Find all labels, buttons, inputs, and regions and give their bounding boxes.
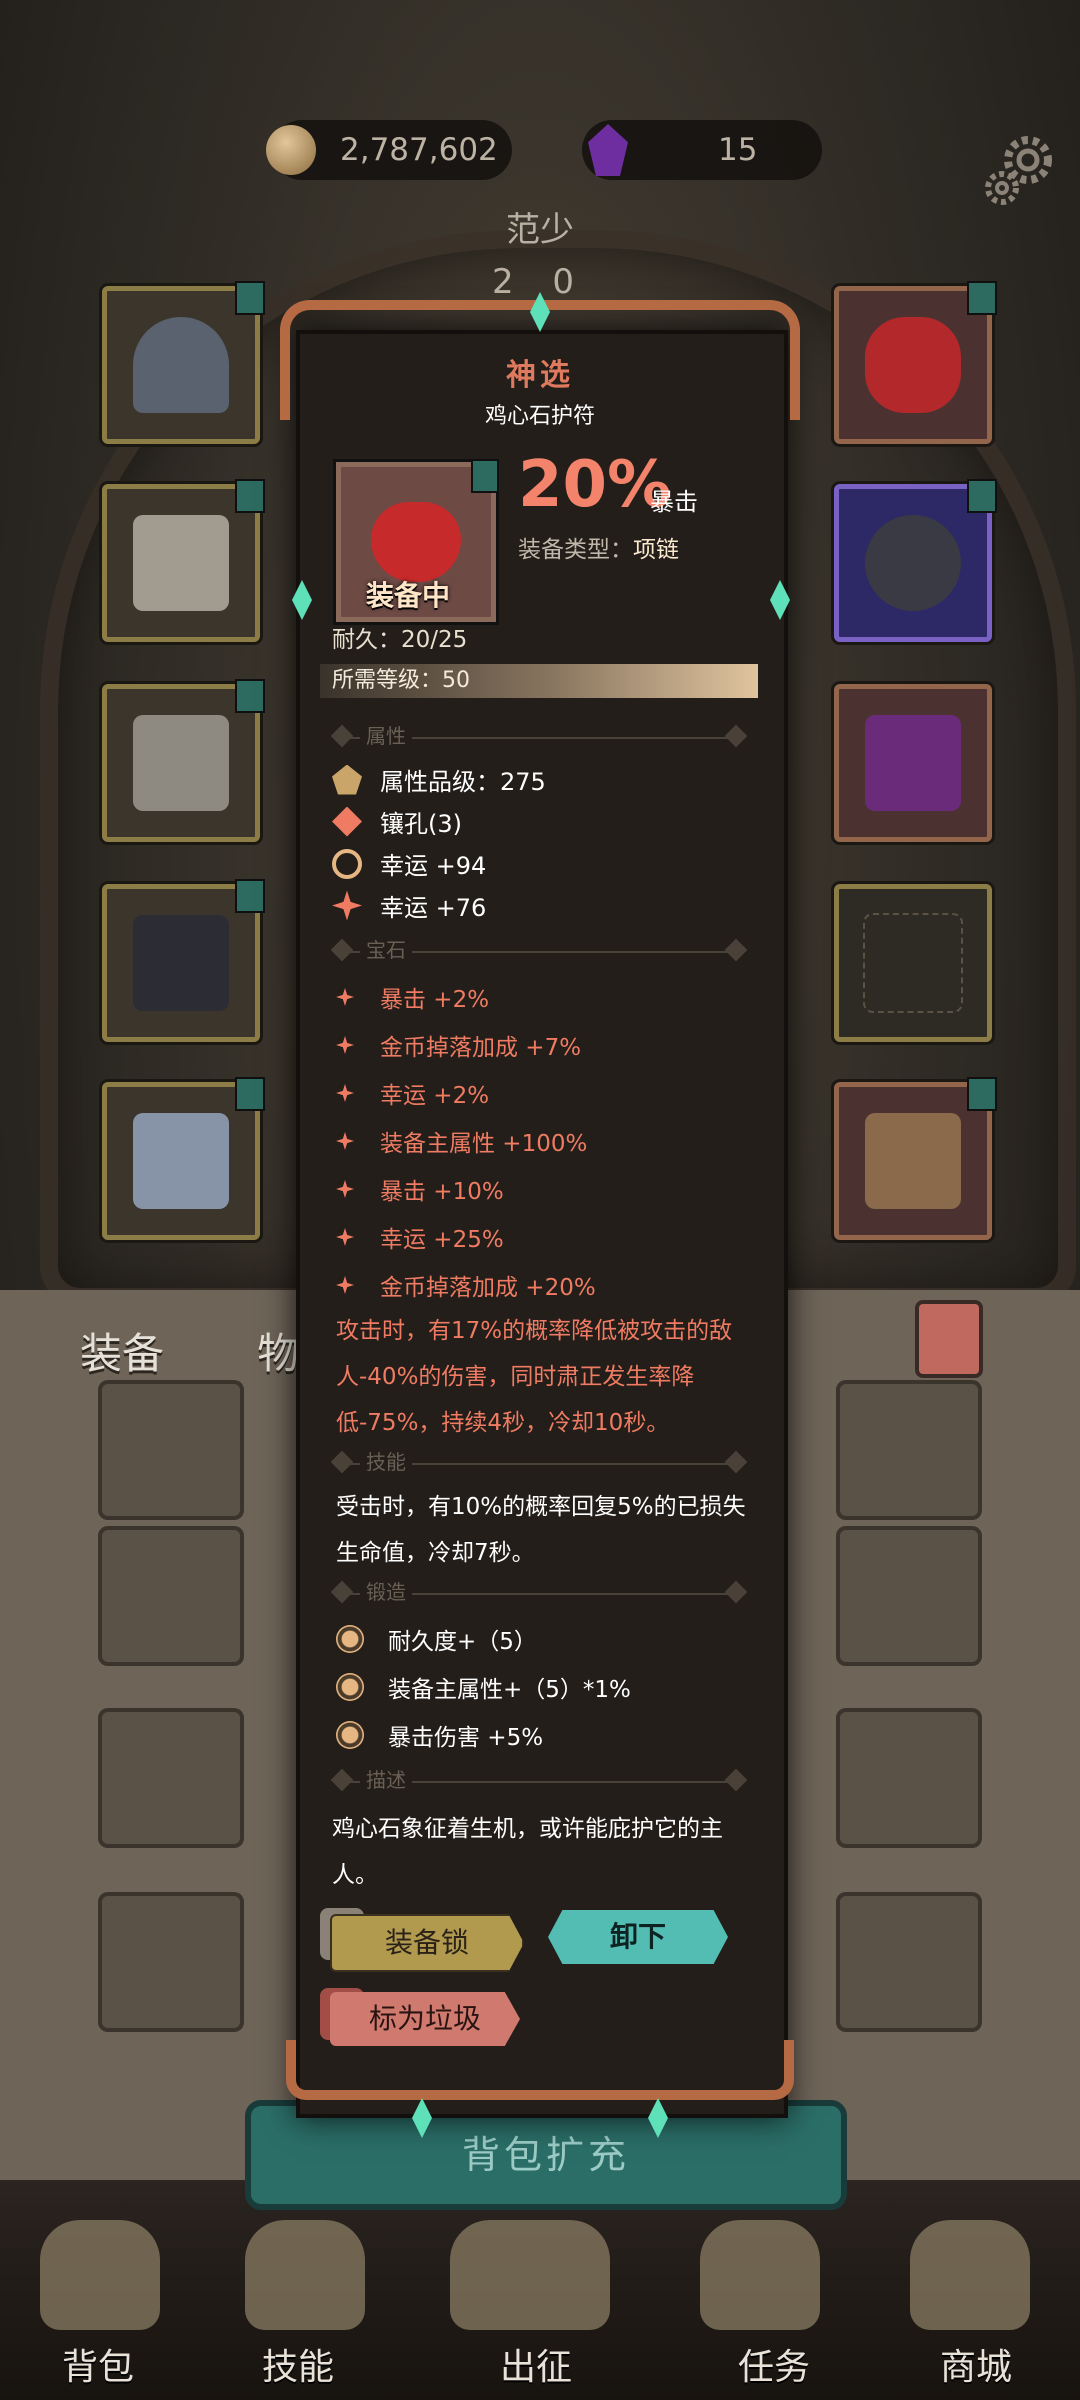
required-level: 所需等级：50 — [320, 664, 758, 698]
forge-orb-icon — [336, 1721, 364, 1749]
equip-slot-shield[interactable] — [834, 684, 992, 842]
sparkle-icon — [332, 890, 362, 921]
shop-nav-icon[interactable] — [910, 2220, 1030, 2330]
refresh-icon — [332, 848, 362, 879]
main-stat-name: 暴击 — [650, 488, 698, 516]
gem-counter: 15 — [582, 120, 822, 180]
forge-row: 暴击伤害 +5% — [336, 1718, 543, 1752]
bag-cell[interactable] — [836, 1892, 982, 2032]
star-icon — [336, 1180, 354, 1198]
equip-slot-weapon[interactable] — [834, 884, 992, 1042]
accessory-icon — [865, 1113, 961, 1209]
heart-amulet-icon — [371, 502, 461, 582]
item-description: 鸡心石象征着生机，或许能庇护它的主人。 — [332, 1816, 723, 1888]
bag-cell[interactable] — [836, 1380, 982, 1520]
gold-counter: 2,787,602 — [266, 120, 512, 180]
skills-nav-icon[interactable] — [245, 2220, 365, 2330]
gloves-icon — [133, 715, 229, 811]
gem-stat-row: 金币掉落加成 +7% — [336, 1028, 581, 1062]
section-description: 描述 — [320, 1764, 758, 1800]
armor-icon — [133, 515, 229, 611]
section-forging: 锻造 — [320, 1576, 758, 1612]
equip-slot-pants[interactable] — [102, 879, 265, 1042]
purple-gem-icon — [588, 124, 628, 176]
star-icon — [336, 988, 354, 1006]
gem-stat-row: 装备主属性 +100% — [336, 1124, 587, 1158]
star-icon — [336, 1132, 354, 1150]
bag-cell[interactable] — [98, 1892, 244, 2032]
equip-slot-accessory[interactable] — [834, 1077, 997, 1240]
boots-icon — [133, 1113, 229, 1209]
socket-icon — [332, 806, 362, 837]
skill-effect-text: 受击时，有10%的概率回复5%的已损失生命值，冷却7秒。 — [336, 1494, 746, 1566]
gem-stat-row: 幸运 +25% — [336, 1220, 504, 1254]
weapon-icon — [863, 913, 963, 1013]
forge-orb-icon — [336, 1673, 364, 1701]
bag-cell[interactable] — [98, 1526, 244, 1666]
trash-bin-icon[interactable] — [915, 1300, 983, 1378]
bag-nav-icon[interactable] — [40, 2220, 160, 2330]
quality-crest-icon — [332, 764, 362, 795]
mark-as-trash-button[interactable]: 标为垃圾 — [330, 1992, 520, 2046]
ring-icon — [865, 515, 961, 611]
shield-icon — [865, 715, 961, 811]
equipped-label: 装备中 — [366, 579, 451, 612]
gem-stat-row: 暴击 +2% — [336, 980, 489, 1014]
attribute-row: 幸运 +76 — [332, 888, 486, 923]
expedition-nav-icon[interactable] — [450, 2220, 610, 2330]
gold-amount: 2,787,602 — [340, 132, 498, 168]
bag-cell[interactable] — [836, 1708, 982, 1848]
attribute-row: 属性品级：275 — [332, 762, 546, 797]
unequip-button[interactable]: 卸下 — [548, 1910, 728, 1964]
item-name: 鸡心石护符 — [484, 404, 595, 429]
settings-gear-icon[interactable] — [982, 130, 1062, 210]
gem-stat-row: 金币掉落加成 +20% — [336, 1268, 596, 1302]
main-stat-value: 20% — [518, 448, 672, 522]
attribute-row: 幸运 +94 — [332, 846, 486, 881]
gem-stat-row: 幸运 +2% — [336, 1076, 489, 1110]
bag-cell[interactable] — [98, 1708, 244, 1848]
star-icon — [336, 1084, 354, 1102]
bag-cell[interactable] — [98, 1380, 244, 1520]
star-icon — [336, 1228, 354, 1246]
section-gems: 宝石 — [320, 934, 758, 970]
nav-bag[interactable]: 背包 — [62, 2338, 134, 2390]
panel-ornate-frame-bottom — [286, 2040, 794, 2100]
star-icon — [336, 1276, 354, 1294]
bag-cell[interactable] — [836, 1526, 982, 1666]
equipment-type: 装备类型：项链 — [518, 537, 679, 563]
pants-icon — [133, 915, 229, 1011]
gem-stat-row: 暴击 +10% — [336, 1172, 504, 1206]
attribute-row: 镶孔(3) — [332, 804, 462, 839]
forge-row: 耐久度+（5） — [336, 1622, 537, 1656]
equip-slot-boots[interactable] — [102, 1077, 265, 1240]
nav-shop[interactable]: 商城 — [940, 2338, 1012, 2390]
section-attributes: 属性 — [320, 720, 758, 756]
section-skills: 技能 — [320, 1446, 758, 1482]
forge-row: 装备主属性+（5）*1% — [336, 1670, 631, 1704]
gem-amount: 15 — [718, 132, 758, 168]
equipment-lock-button[interactable]: 装备锁 — [330, 1914, 524, 1972]
hero-name: 范少 — [506, 210, 574, 250]
durability: 耐久：20/25 — [332, 627, 468, 653]
item-rarity: 神选 — [506, 358, 574, 393]
equip-slot-gloves[interactable] — [102, 679, 265, 842]
equip-slot-armor[interactable] — [102, 479, 265, 642]
nav-quests[interactable]: 任务 — [738, 2338, 810, 2390]
equip-slot-ring[interactable] — [834, 479, 997, 642]
gem-effect-text: 攻击时，有17%的概率降低被攻击的敌人-40%的伤害，同时肃正发生率降低-75%… — [336, 1318, 733, 1436]
star-icon — [336, 1036, 354, 1054]
nav-skills[interactable]: 技能 — [262, 2338, 334, 2390]
forge-orb-icon — [336, 1625, 364, 1653]
nav-expedition[interactable]: 出征 — [500, 2338, 572, 2390]
tab-equipment[interactable]: 装备 — [80, 1329, 164, 1378]
gold-coin-icon — [266, 125, 316, 175]
quests-nav-icon[interactable] — [700, 2220, 820, 2330]
